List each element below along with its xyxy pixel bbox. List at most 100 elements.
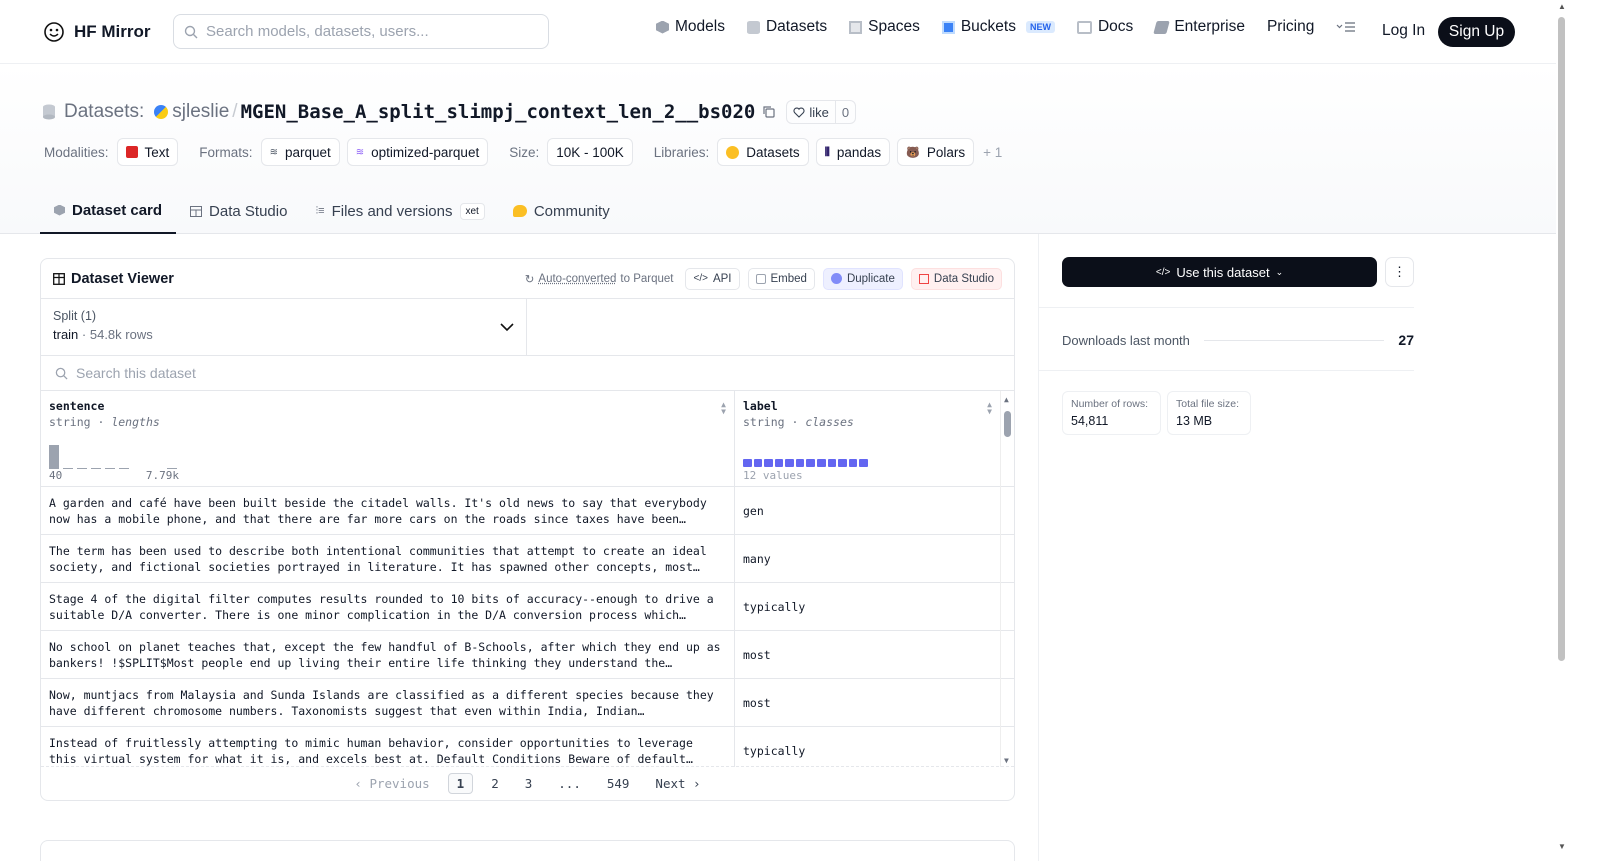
section-label[interactable]: Datasets: [64, 101, 144, 123]
dataset-tabs: Dataset card Data Studio ⫶≡ Files and ver… [40, 188, 624, 234]
scroll-thumb[interactable] [1004, 411, 1011, 437]
sentence-cell: Now, muntjacs from Malaysia and Sunda Is… [41, 679, 735, 726]
login-link[interactable]: Log In [1382, 22, 1425, 40]
api-button[interactable]: </> API [685, 267, 740, 290]
page-2[interactable]: 2 [483, 774, 507, 793]
table-row[interactable]: Instead of fruitlessly attempting to mim… [41, 727, 1014, 767]
sentence-cell: The term has been used to describe both … [41, 535, 735, 582]
chevron-down-icon [500, 323, 514, 332]
auto-converted-note[interactable]: ↻ Auto-converted to Parquet [525, 272, 674, 286]
scroll-down-icon[interactable]: ▼ [1004, 756, 1009, 765]
embed-button[interactable]: Embed [747, 267, 815, 290]
label-cell: most [743, 647, 771, 662]
page-3[interactable]: 3 [517, 774, 541, 793]
community-icon [512, 205, 527, 217]
table-row[interactable]: Stage 4 of the digital filter computes r… [41, 583, 1014, 631]
dataset-search-input[interactable]: Search this dataset [41, 356, 1014, 391]
column-header-label[interactable]: label string · classes ▲ ▼ 12 values [735, 391, 1000, 486]
optimized-parquet-icon: ≋ [355, 146, 365, 158]
tab-community[interactable]: Community [499, 188, 624, 234]
nav-datasets[interactable]: Datasets [746, 18, 827, 36]
nav-buckets[interactable]: Buckets NEW [941, 18, 1055, 36]
page-549[interactable]: 549 [599, 774, 638, 793]
files-icon: ⫶≡ [315, 204, 325, 217]
tab-data-studio[interactable]: Data Studio [176, 188, 301, 234]
code-icon: </> [693, 273, 708, 284]
library-chip-pandas[interactable]: ⦀ pandas [815, 138, 891, 166]
scroll-up-icon[interactable]: ▲ [1004, 395, 1009, 404]
table-icon [190, 205, 203, 217]
table-row[interactable]: No school on planet teaches that, except… [41, 631, 1014, 679]
brand-logo[interactable]: HF Mirror [42, 20, 151, 44]
size-label: Size: [509, 144, 540, 160]
sort-icon[interactable]: ▲ ▼ [987, 401, 992, 416]
rows-stat: Number of rows: 54,811 [1062, 391, 1161, 435]
page-1[interactable]: 1 [447, 773, 474, 794]
libraries-more[interactable]: + 1 [983, 145, 1002, 160]
page-scroll-thumb[interactable] [1558, 17, 1565, 661]
duplicate-button[interactable]: Duplicate [822, 267, 903, 290]
global-search-input[interactable]: Search models, datasets, users... [173, 14, 549, 49]
classes-bar[interactable] [743, 459, 868, 467]
label-cell: typically [743, 743, 806, 758]
modality-chip-text[interactable]: Text [116, 138, 179, 166]
nav-pricing[interactable]: Pricing [1267, 18, 1314, 36]
downloads-stat: Downloads last month 27 [1062, 332, 1414, 348]
format-chip-parquet[interactable]: ≋ parquet [260, 138, 340, 166]
top-nav: HF Mirror Search models, datasets, users… [0, 0, 1556, 64]
table-row[interactable]: Now, muntjacs from Malaysia and Sunda Is… [41, 679, 1014, 727]
tab-dataset-card[interactable]: Dataset card [40, 188, 177, 234]
owner-link[interactable]: sjleslie [172, 101, 229, 123]
library-chip-polars[interactable]: 🐻 Polars [897, 138, 975, 166]
data-studio-icon [918, 273, 929, 284]
copy-icon[interactable] [762, 105, 776, 119]
scroll-down-icon[interactable]: ▼ [1558, 842, 1566, 851]
column-header-sentence[interactable]: sentence string · lengths ▲ ▼ 40 7.79k [41, 391, 735, 486]
heart-icon [793, 107, 805, 118]
more-options-button[interactable]: ⋮ [1385, 257, 1414, 287]
next-page-button[interactable]: Next › [647, 774, 708, 793]
table-scrollbar[interactable]: ▲ ▼ [1000, 391, 1014, 767]
pandas-icon: ⦀ [824, 144, 830, 159]
dataset-metadata: Modalities: Text Formats: ≋ parquet ≋ opti… [44, 138, 1016, 166]
size-stat: Total file size: 13 MB [1167, 391, 1251, 435]
sentence-cell: Stage 4 of the digital filter computes r… [41, 583, 735, 630]
sort-icon[interactable]: ▲ ▼ [721, 401, 726, 416]
like-button[interactable]: like 0 [786, 100, 857, 124]
nav-spaces[interactable]: Spaces [849, 18, 920, 36]
use-this-dataset-button[interactable]: </> Use this dataset ⌄ [1062, 257, 1377, 287]
duplicate-icon [830, 273, 842, 284]
tab-files-and-versions[interactable]: ⫶≡ Files and versions xet [301, 188, 498, 234]
table-row[interactable]: The term has been used to describe both … [41, 535, 1014, 583]
signup-button[interactable]: Sign Up [1438, 17, 1515, 47]
page-scrollbar[interactable]: ▲ ▼ [1556, 0, 1568, 861]
like-count: 0 [834, 101, 855, 123]
scroll-up-icon[interactable]: ▲ [1558, 2, 1566, 11]
library-chip-datasets[interactable]: Datasets [717, 138, 809, 166]
formats-label: Formats: [199, 144, 253, 160]
nav-docs[interactable]: Docs [1076, 18, 1133, 36]
parquet-icon: ≋ [269, 146, 278, 158]
search-icon [184, 25, 198, 38]
split-selector[interactable]: Split (1) train · 54.8k rows [41, 299, 527, 355]
dataset-name[interactable]: MGEN_Base_A_split_slimpj_context_len_2__… [241, 101, 756, 123]
hist-min: 40 [49, 469, 63, 482]
chevron-down-icon: ⌄ [1275, 266, 1284, 277]
format-chip-optimized-parquet[interactable]: ≋ optimized-parquet [346, 138, 489, 166]
size-chip[interactable]: 10K - 100K [547, 138, 633, 166]
models-icon [656, 20, 669, 34]
breadcrumb-sep: / [232, 101, 238, 122]
nav-models[interactable]: Models [656, 18, 725, 36]
previous-page-button[interactable]: ‹ Previous [346, 774, 437, 793]
nav-more-menu[interactable] [1336, 21, 1356, 33]
brand-name: HF Mirror [74, 22, 151, 41]
data-studio-button[interactable]: Data Studio [910, 267, 1002, 290]
table-row[interactable]: A garden and café have been built beside… [41, 487, 1014, 535]
nav-enterprise[interactable]: Enterprise [1153, 18, 1245, 36]
classes-summary: 12 values [743, 469, 803, 482]
label-cell: most [743, 695, 771, 710]
libraries-label: Libraries: [653, 144, 710, 160]
dataset-db-icon [43, 104, 55, 120]
datasets-icon [746, 20, 760, 34]
text-icon [125, 146, 138, 158]
